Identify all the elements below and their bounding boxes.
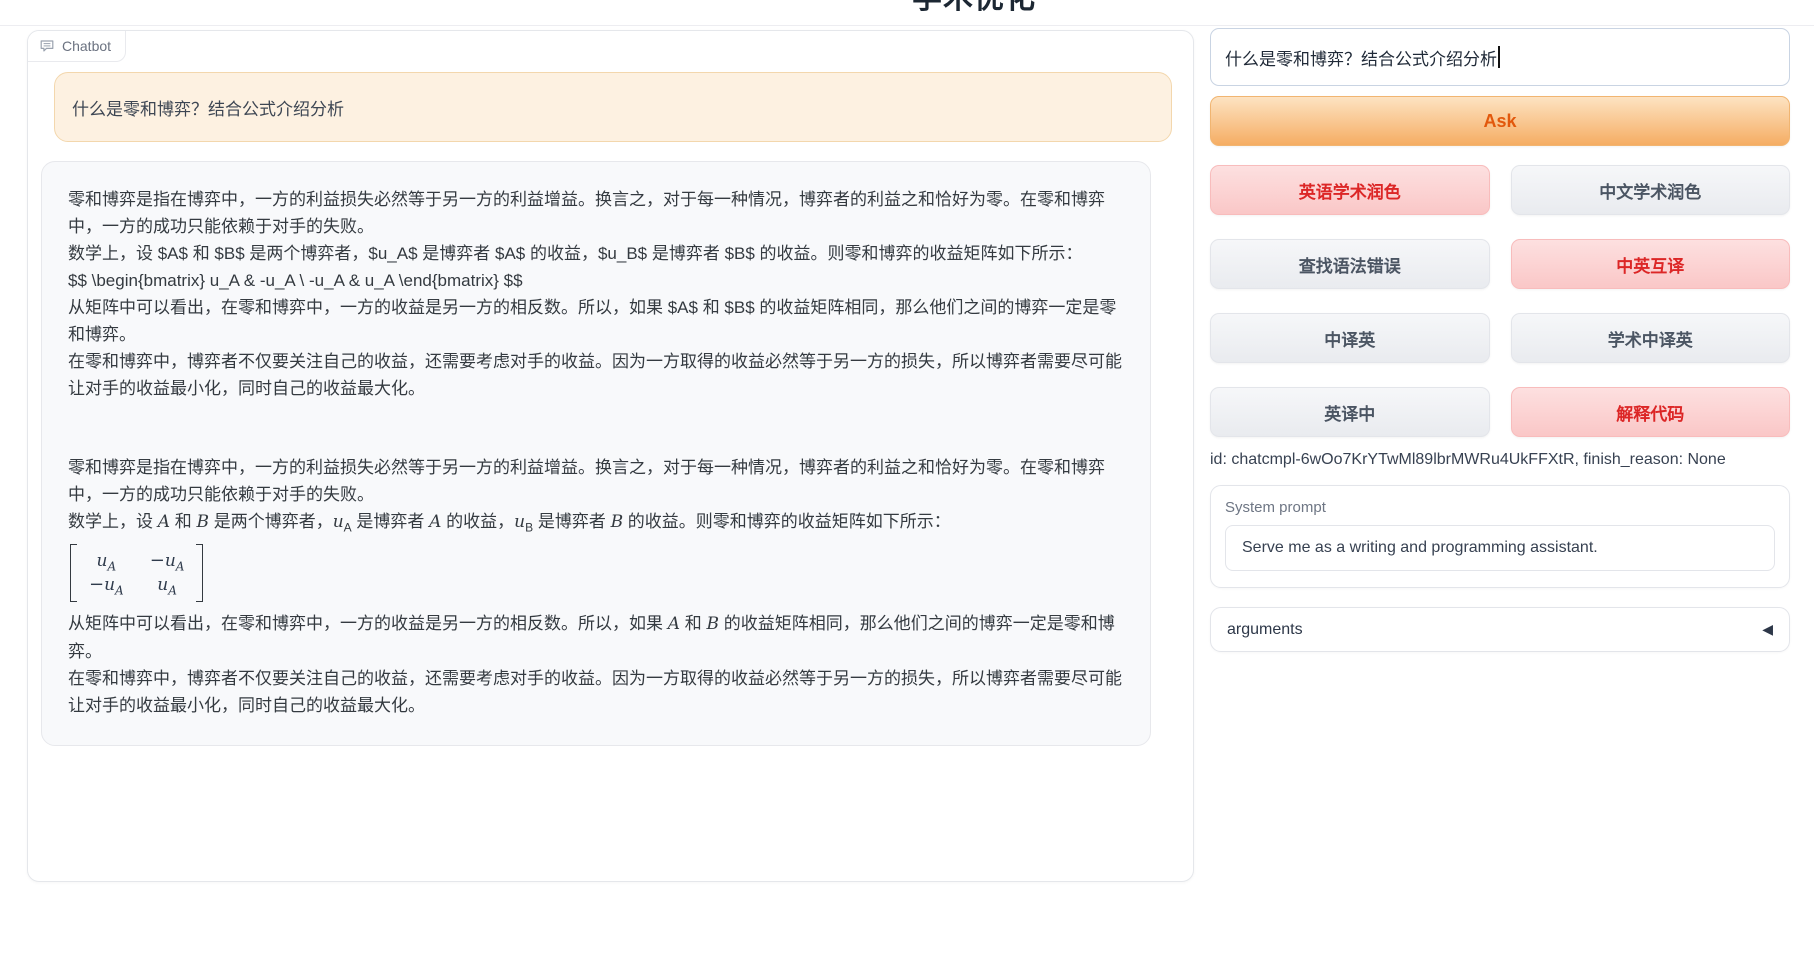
payoff-matrix: uA−uA−uAuA bbox=[70, 544, 203, 602]
user-message-bubble: 什么是零和博弈？结合公式介绍分析 bbox=[54, 72, 1172, 142]
bot-paragraph-math: 从矩阵中可以看出，在零和博弈中，一方的收益是另一方的相反数。所以，如果 A 和 … bbox=[68, 610, 1124, 665]
btn-chinese-academic-polish[interactable]: 中文学术润色 bbox=[1511, 165, 1791, 215]
function-button-grid: 英语学术润色 中文学术润色 查找语法错误 中英互译 中译英 学术中译英 英译中 … bbox=[1210, 165, 1790, 437]
btn-en-to-zh[interactable]: 英译中 bbox=[1210, 387, 1490, 437]
bot-message-bubble: 零和博弈是指在博弈中，一方的利益损失必然等于另一方的利益增益。换言之，对于每一种… bbox=[41, 161, 1151, 746]
arguments-accordion-label: arguments bbox=[1227, 621, 1303, 639]
text-cursor bbox=[1498, 46, 1500, 68]
bot-paragraph-math: 数学上，设 A 和 B 是两个博弈者，uA 是博弈者 A 的收益，uB 是博弈者… bbox=[68, 508, 1124, 536]
btn-explain-code[interactable]: 解释代码 bbox=[1511, 387, 1791, 437]
system-prompt-input[interactable]: Serve me as a writing and programming as… bbox=[1225, 525, 1775, 571]
status-line: id: chatcmpl-6wOo7KrYTwMl89lbrMWRu4UkFFX… bbox=[1210, 451, 1790, 469]
bot-paragraph-latex-source: $$ \begin{bmatrix} u_A & -u_A \ -u_A & u… bbox=[68, 267, 1124, 294]
system-prompt-label: System prompt bbox=[1225, 499, 1775, 516]
bot-paragraph: 在零和博弈中，博弈者不仅要关注自己的收益，还需要考虑对手的收益。因为一方取得的收… bbox=[68, 348, 1124, 402]
user-message-text: 什么是零和博弈？结合公式介绍分析 bbox=[72, 95, 344, 120]
bot-paragraph: 在零和博弈中，博弈者不仅要关注自己的收益，还需要考虑对手的收益。因为一方取得的收… bbox=[68, 665, 1124, 719]
question-input[interactable]: 什么是零和博弈？结合公式介绍分析 bbox=[1210, 28, 1790, 86]
bot-message-raw-block: 零和博弈是指在博弈中，一方的利益损失必然等于另一方的利益增益。换言之，对于每一种… bbox=[68, 186, 1124, 402]
btn-find-grammar-errors[interactable]: 查找语法错误 bbox=[1210, 239, 1490, 289]
chatbot-panel: Chatbot 什么是零和博弈？结合公式介绍分析 零和博弈是指在博弈中，一方的利… bbox=[27, 30, 1194, 882]
app: 学术优化 Chatbot 什么是零和博弈？结合公式介绍分析 零和博弈是指在博弈中… bbox=[0, 0, 1814, 961]
top-divider bbox=[0, 25, 1814, 26]
chatbot-label-text: Chatbot bbox=[62, 38, 111, 54]
accordion-collapse-icon: ◀ bbox=[1762, 621, 1773, 638]
question-input-value: 什么是零和博弈？结合公式介绍分析 bbox=[1225, 45, 1497, 70]
btn-zh-to-en[interactable]: 中译英 bbox=[1210, 313, 1490, 363]
bot-message-rendered-block: 零和博弈是指在博弈中，一方的利益损失必然等于另一方的利益增益。换言之，对于每一种… bbox=[68, 454, 1124, 719]
bot-paragraph: 零和博弈是指在博弈中，一方的利益损失必然等于另一方的利益增益。换言之，对于每一种… bbox=[68, 186, 1124, 240]
chatbot-label: Chatbot bbox=[28, 31, 126, 62]
arguments-accordion[interactable]: arguments ◀ bbox=[1210, 607, 1790, 652]
bot-paragraph: 零和博弈是指在博弈中，一方的利益损失必然等于另一方的利益增益。换言之，对于每一种… bbox=[68, 454, 1124, 508]
page-title: 学术优化 bbox=[912, 0, 1036, 17]
btn-zh-en-mutual-translate[interactable]: 中英互译 bbox=[1511, 239, 1791, 289]
btn-english-academic-polish[interactable]: 英语学术润色 bbox=[1210, 165, 1490, 215]
bot-paragraph: 数学上，设 $A$ 和 $B$ 是两个博弈者，$u_A$ 是博弈者 $A$ 的收… bbox=[68, 240, 1124, 267]
ask-button[interactable]: Ask bbox=[1210, 96, 1790, 146]
control-column: 什么是零和博弈？结合公式介绍分析 Ask 英语学术润色 中文学术润色 查找语法错… bbox=[1210, 28, 1790, 652]
system-prompt-group: System prompt Serve me as a writing and … bbox=[1210, 485, 1790, 588]
chat-bubble-icon bbox=[39, 38, 55, 54]
bot-paragraph: 从矩阵中可以看出，在零和博弈中，一方的收益是另一方的相反数。所以，如果 $A$ … bbox=[68, 294, 1124, 348]
btn-academic-zh-to-en[interactable]: 学术中译英 bbox=[1511, 313, 1791, 363]
